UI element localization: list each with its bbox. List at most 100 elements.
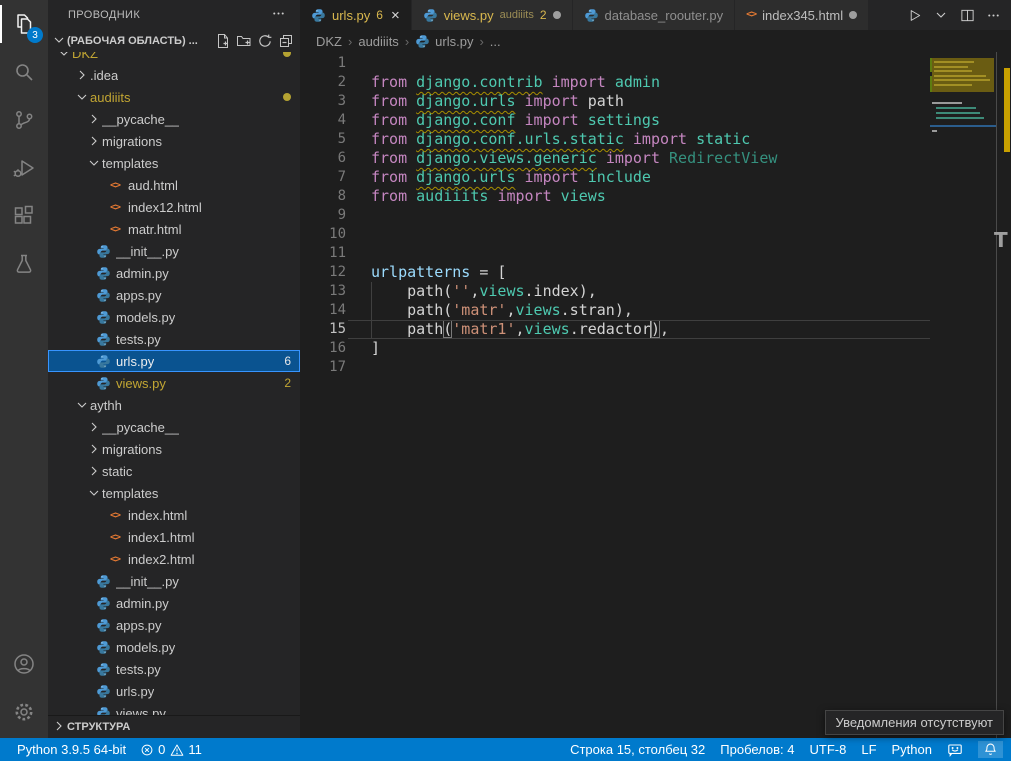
tree-item-index2-html[interactable]: <>index2.html — [48, 548, 300, 570]
outline-section-header[interactable]: СТРУКТУРА — [48, 715, 300, 738]
collapse-all-icon[interactable] — [278, 33, 294, 49]
ellipsis-icon[interactable] — [271, 6, 286, 21]
tree-item-index-html[interactable]: <>index.html — [48, 504, 300, 526]
tree-item-admin-py[interactable]: admin.py — [48, 592, 300, 614]
minimap[interactable] — [930, 52, 997, 738]
code-line[interactable]: 7from django.urls import include — [300, 168, 930, 187]
code-line[interactable]: 8from audiiits import views — [300, 187, 930, 206]
code-line[interactable]: 3from django.urls import path — [300, 92, 930, 111]
tree-item-aythh[interactable]: aythh — [48, 394, 300, 416]
tree-item-migrations[interactable]: migrations — [48, 438, 300, 460]
tree-item-init-py[interactable]: __init__.py — [48, 570, 300, 592]
activity-item-source-control[interactable] — [0, 96, 48, 144]
code-line[interactable]: 13 path('',views.index), — [300, 282, 930, 301]
breadcrumb-item[interactable]: urls.py — [415, 34, 473, 49]
tree-item-views-py[interactable]: views.py — [48, 702, 300, 715]
refresh-icon[interactable] — [257, 33, 273, 49]
minimap-line — [936, 112, 980, 114]
tab-views-py[interactable]: views.pyaudiiits2 — [412, 0, 573, 30]
code-line[interactable]: 1 — [300, 54, 930, 73]
code-token: .index), — [525, 282, 597, 300]
breadcrumb-item[interactable]: ... — [490, 34, 501, 49]
python-icon — [95, 684, 111, 699]
tree-item-apps-py[interactable]: apps.py — [48, 284, 300, 306]
activity-item-search[interactable] — [0, 48, 48, 96]
activity-item-explorer[interactable]: 3 — [0, 0, 48, 48]
tree-item-models-py[interactable]: models.py — [48, 636, 300, 658]
status-encoding[interactable]: UTF-8 — [810, 742, 847, 757]
status-cursor-position[interactable]: Строка 15, столбец 32 — [570, 742, 705, 757]
tree-item-matr-html[interactable]: <>matr.html — [48, 218, 300, 240]
tree-item-pycache[interactable]: __pycache__ — [48, 108, 300, 130]
status-feedback[interactable] — [947, 742, 963, 758]
code-line[interactable]: 2from django.contrib import admin — [300, 73, 930, 92]
code-line[interactable]: 5from django.conf.urls.static import sta… — [300, 130, 930, 149]
tree-item-tests-py[interactable]: tests.py — [48, 328, 300, 350]
tree-item-models-py[interactable]: models.py — [48, 306, 300, 328]
tree-item-audiiits[interactable]: audiiits — [48, 86, 300, 108]
code-token: from — [371, 92, 416, 110]
tab-database-roouter-py[interactable]: database_roouter.py — [573, 0, 736, 30]
activity-item-settings[interactable] — [0, 688, 48, 736]
new-file-icon[interactable] — [215, 33, 231, 49]
code-line[interactable]: 17 — [300, 358, 930, 377]
code-line[interactable]: 15 path('matr1',views.redactor), — [300, 320, 930, 339]
tree-item-init-py[interactable]: __init__.py — [48, 240, 300, 262]
code-line[interactable]: 4from django.conf import settings — [300, 111, 930, 130]
play-icon[interactable] — [907, 8, 922, 23]
close-icon[interactable]: × — [391, 8, 400, 23]
tree-item-tests-py[interactable]: tests.py — [48, 658, 300, 680]
code-region[interactable]: 12from django.contrib import admin3from … — [300, 52, 930, 377]
tree-item-admin-py[interactable]: admin.py — [48, 262, 300, 284]
tree-item-aud-html[interactable]: <>aud.html — [48, 174, 300, 196]
vertical-scrollbar[interactable] — [996, 52, 1011, 738]
tab-description: audiiits — [500, 9, 534, 21]
activity-item-account[interactable] — [0, 640, 48, 688]
code-line[interactable]: 10 — [300, 225, 930, 244]
tab-urls-py[interactable]: urls.py6× — [300, 0, 412, 30]
tab-index345-html[interactable]: <>index345.html — [735, 0, 869, 30]
breadcrumb-item[interactable]: audiiits — [358, 34, 398, 49]
status-notifications[interactable] — [978, 741, 1003, 758]
activity-item-run-debug[interactable] — [0, 144, 48, 192]
tree-item-apps-py[interactable]: apps.py — [48, 614, 300, 636]
code-token: django.conf.urls.static — [416, 130, 624, 148]
tree-item-migrations[interactable]: migrations — [48, 130, 300, 152]
tree-item-pycache[interactable]: __pycache__ — [48, 416, 300, 438]
code-line[interactable]: 9 — [300, 206, 930, 225]
split-editor-icon[interactable] — [960, 8, 975, 23]
activity-bar-bottom — [0, 640, 48, 736]
sidebar-title-actions — [271, 6, 286, 24]
code-editor[interactable]: 12from django.contrib import admin3from … — [300, 52, 1011, 738]
code-line[interactable]: 16] — [300, 339, 930, 358]
status-language-mode[interactable]: Python — [892, 742, 932, 757]
code-line[interactable]: 14 path('matr',views.stran), — [300, 301, 930, 320]
chevron-down-icon[interactable] — [933, 7, 949, 23]
code-line[interactable]: 11 — [300, 244, 930, 263]
tree-item-static[interactable]: static — [48, 460, 300, 482]
code-line[interactable]: 12urlpatterns = [ — [300, 263, 930, 282]
status-eol[interactable]: LF — [861, 742, 876, 757]
new-folder-icon[interactable] — [236, 33, 252, 49]
code-line[interactable]: 6from django.views.generic import Redire… — [300, 149, 930, 168]
status-python-version[interactable]: Python 3.9.5 64-bit — [17, 742, 126, 757]
code-line-content: from django.urls import include — [346, 168, 651, 187]
tree-item-urls-py[interactable]: urls.py — [48, 680, 300, 702]
tree-item-urls-py[interactable]: urls.py6 — [48, 350, 300, 372]
tree-item-templates[interactable]: templates — [48, 152, 300, 174]
activity-item-extensions[interactable] — [0, 192, 48, 240]
tree-item-idea[interactable]: .idea — [48, 64, 300, 86]
tree-item-index1-html[interactable]: <>index1.html — [48, 526, 300, 548]
tree-item-index12-html[interactable]: <>index12.html — [48, 196, 300, 218]
breadcrumb-item[interactable]: DKZ — [316, 34, 342, 49]
code-token — [624, 130, 633, 148]
code-token: import — [633, 130, 687, 148]
tree-item-views-py[interactable]: views.py2 — [48, 372, 300, 394]
activity-item-testing[interactable] — [0, 240, 48, 288]
tree-item-dkz[interactable]: DKZ — [48, 52, 300, 64]
tree-item-templates[interactable]: templates — [48, 482, 300, 504]
status-indentation[interactable]: Пробелов: 4 — [720, 742, 794, 757]
ellipsis-icon[interactable] — [986, 8, 1001, 23]
status-problems[interactable]: 011 — [140, 742, 202, 757]
workspace-section-header[interactable]: (РАБОЧАЯ ОБЛАСТЬ) ... — [48, 30, 300, 52]
